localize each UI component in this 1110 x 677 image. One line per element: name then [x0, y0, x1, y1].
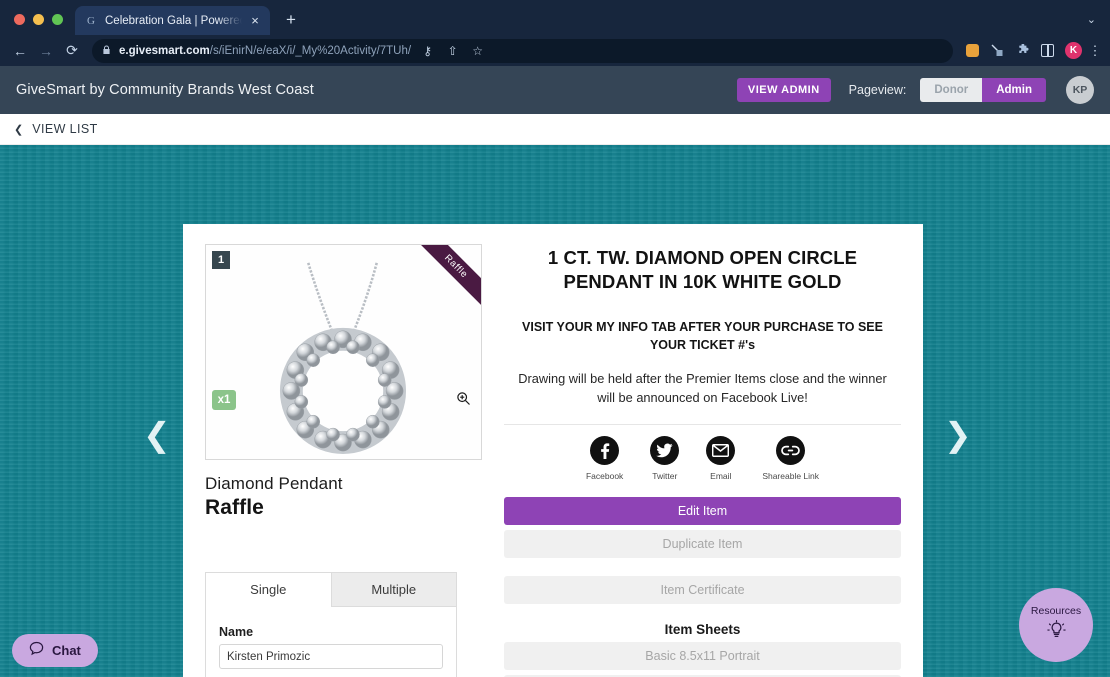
browser-window: G Celebration Gala | Powered By × + ⌄ ← …: [0, 0, 1110, 677]
item-canvas: ❮ ❯ 1 x1 Raffle Diamond Pendant Raffle S…: [0, 145, 1110, 677]
item-sheet-option[interactable]: Basic 8.5x11 Portrait: [504, 642, 901, 671]
lightbulb-icon: [1046, 619, 1066, 646]
purchase-form: Single Multiple Name Mobile (area code f…: [205, 572, 457, 677]
share-link[interactable]: Shareable Link: [762, 436, 819, 481]
window-traffic-lights[interactable]: [0, 14, 75, 35]
item-photo[interactable]: 1 x1 Raffle: [205, 244, 482, 460]
item-subtitle: Diamond Pendant: [205, 474, 343, 493]
share-link-label: Shareable Link: [762, 471, 820, 482]
tab-search-chevron-down-icon[interactable]: ⌄: [1087, 13, 1110, 35]
necklace-image: [206, 245, 481, 459]
new-tab-button[interactable]: +: [278, 7, 304, 33]
close-tab-icon[interactable]: ×: [249, 14, 261, 27]
minimize-window-button[interactable]: [33, 14, 44, 25]
tab-favicon-icon: G: [87, 14, 95, 27]
share-facebook-label: Facebook: [585, 471, 624, 482]
item-description-bold: VISIT YOUR MY INFO TAB AFTER YOUR PURCHA…: [522, 319, 883, 352]
url-domain: e.givesmart.com: [119, 44, 210, 57]
edit-item-button[interactable]: Edit Item: [504, 497, 901, 526]
facebook-icon[interactable]: [590, 436, 620, 466]
maximize-window-button[interactable]: [52, 14, 63, 25]
user-avatar[interactable]: KP: [1066, 76, 1094, 104]
share-twitter-label: Twitter: [652, 471, 678, 482]
extension-orange-icon[interactable]: [963, 41, 982, 60]
item-description: Drawing will be held after the Premier I…: [518, 371, 887, 405]
tab-multiple[interactable]: Multiple: [330, 573, 456, 607]
chat-widget-button[interactable]: Chat: [12, 634, 98, 667]
extension-cursor-icon[interactable]: [988, 41, 1007, 60]
item-type: Raffle: [205, 496, 264, 519]
name-label: Name: [219, 625, 254, 639]
subnav-bar: ❮ VIEW LIST: [0, 114, 1110, 145]
browser-toolbar: ← → ⟳ e.givesmart.com/s/iEnirN/e/eaX/i/_…: [0, 35, 1110, 66]
close-window-button[interactable]: [14, 14, 25, 25]
lock-icon: [102, 45, 111, 57]
url-path: /s/iEnirN/e/eaX/i/_My%20Activity/7TUh/: [209, 44, 412, 57]
address-bar-url: e.givesmart.com/s/iEnirN/e/eaX/i/_My%20A…: [119, 45, 411, 57]
twitter-icon[interactable]: [650, 436, 680, 466]
next-item-arrow[interactable]: ❯: [944, 418, 972, 451]
item-detail-card: 1 x1 Raffle Diamond Pendant Raffle Singl…: [183, 224, 923, 677]
item-left-column: 1 x1 Raffle Diamond Pendant Raffle Singl…: [205, 244, 482, 677]
app-header: GiveSmart by Community Brands West Coast…: [0, 66, 1110, 114]
share-email[interactable]: Email: [706, 436, 736, 482]
previous-item-arrow[interactable]: ❮: [143, 418, 171, 451]
email-icon[interactable]: [706, 436, 736, 466]
page-viewport: GiveSmart by Community Brands West Coast…: [0, 66, 1110, 677]
share-icon[interactable]: ⇧: [444, 44, 461, 58]
item-actions: Edit Item Duplicate Item Item Certificat…: [504, 481, 901, 605]
browser-profile-avatar[interactable]: K: [1065, 42, 1082, 59]
pageview-option-donor[interactable]: Donor: [920, 78, 983, 102]
resources-widget-button[interactable]: Resources: [1019, 588, 1093, 662]
item-certificate-button[interactable]: Item Certificate: [504, 576, 901, 605]
split-view-icon[interactable]: [1038, 41, 1057, 60]
chat-widget-label: Chat: [52, 643, 81, 658]
item-sheets-list: Basic 8.5x11 Portrait Basic 5x7 Portrait…: [504, 642, 901, 677]
tab-single[interactable]: Single: [206, 573, 331, 607]
share-email-label: Email: [710, 471, 732, 482]
back-button[interactable]: ←: [8, 39, 32, 63]
reload-button[interactable]: ⟳: [60, 39, 84, 63]
zoom-in-icon[interactable]: [456, 391, 471, 410]
browser-tab[interactable]: G Celebration Gala | Powered By ×: [75, 6, 270, 35]
browser-menu-kebab-icon[interactable]: ⋮: [1088, 43, 1102, 59]
item-right-column: 1 CT. TW. DIAMOND OPEN CIRCLE PENDANT IN…: [504, 244, 901, 677]
purchase-form-body: Name Mobile (area code first) Add user w…: [206, 607, 456, 677]
duplicate-item-button[interactable]: Duplicate Item: [504, 530, 901, 559]
extensions-puzzle-icon[interactable]: [1013, 41, 1032, 60]
link-icon[interactable]: [776, 436, 806, 466]
pageview-option-admin[interactable]: Admin: [982, 78, 1046, 102]
bookmark-star-icon[interactable]: ☆: [469, 44, 486, 58]
item-title: 1 CT. TW. DIAMOND OPEN CIRCLE PENDANT IN…: [547, 247, 858, 293]
password-key-icon[interactable]: ⚷: [419, 44, 436, 58]
social-share-row: Facebook Twitter Email Shareable Link: [504, 425, 901, 481]
item-sheets-heading: Item Sheets: [664, 622, 741, 638]
back-chevron-icon[interactable]: ❮: [14, 123, 23, 136]
item-quantity-badge: x1: [212, 390, 236, 410]
forward-button[interactable]: →: [34, 39, 58, 63]
field-gap: [219, 669, 443, 677]
purchase-form-tabs[interactable]: Single Multiple: [206, 573, 456, 607]
app-brand-title: GiveSmart by Community Brands West Coast: [16, 82, 314, 98]
address-bar[interactable]: e.givesmart.com/s/iEnirN/e/eaX/i/_My%20A…: [92, 38, 953, 63]
item-number-badge: 1: [212, 251, 230, 269]
pageview-segment-control[interactable]: Donor Admin: [920, 78, 1046, 102]
resources-widget-label: Resources: [1030, 604, 1082, 617]
chat-bubble-icon: [29, 641, 44, 661]
view-admin-button[interactable]: VIEW ADMIN: [736, 78, 831, 102]
share-twitter[interactable]: Twitter: [650, 436, 680, 482]
browser-tabstrip: G Celebration Gala | Powered By × + ⌄: [0, 0, 1110, 35]
share-facebook[interactable]: Facebook: [586, 436, 623, 481]
name-input[interactable]: [219, 644, 443, 669]
tab-title: Celebration Gala | Powered By: [105, 14, 242, 27]
action-gap: [504, 558, 901, 571]
view-list-link[interactable]: VIEW LIST: [32, 122, 97, 136]
pageview-label: Pageview:: [848, 83, 907, 97]
